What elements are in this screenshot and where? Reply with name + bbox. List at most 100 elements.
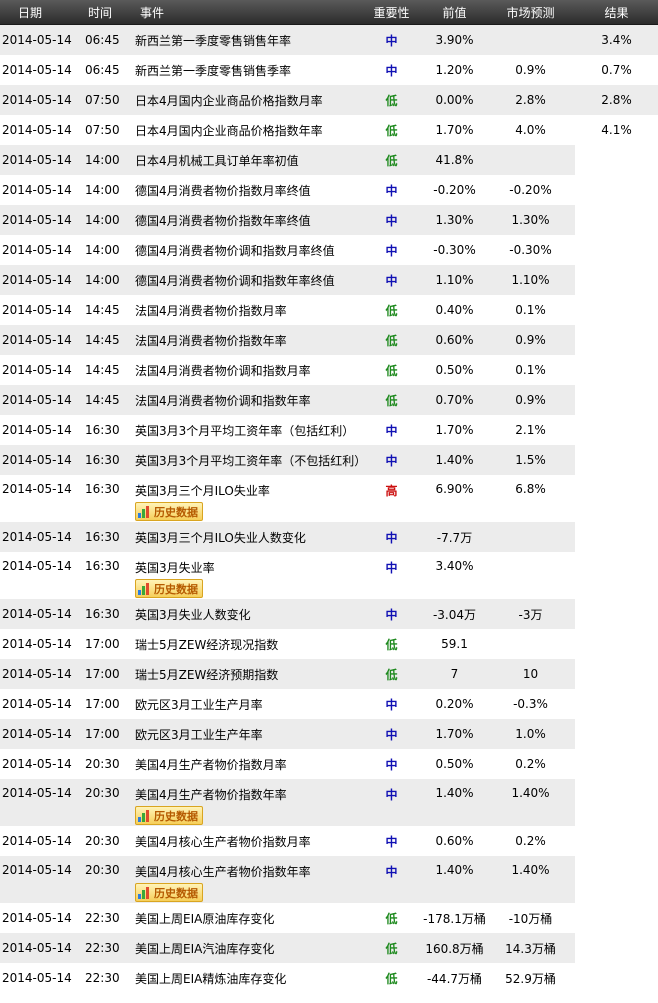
row-result: 4.1% <box>601 123 632 137</box>
importance-badge: 中 <box>385 453 398 468</box>
table-row: 2014-05-14 14:00 德国4月消费者物价调和指数年率终值 中 1.10% 1.… <box>0 265 658 295</box>
row-date: 2014-05-14 <box>0 719 82 749</box>
row-time: 22:30 <box>85 911 120 925</box>
event-name: 英国3月三个月ILO失业率 <box>135 484 270 498</box>
row-time: 17:00 <box>85 637 120 651</box>
row-time: 16:30 <box>82 445 126 475</box>
row-date: 2014-05-14 <box>2 559 72 573</box>
row-result <box>575 445 658 475</box>
row-date: 2014-05-14 <box>0 85 82 115</box>
history-data-button[interactable]: 历史数据 <box>135 806 203 825</box>
row-previous: 1.20% <box>435 63 474 77</box>
row-forecast: 10 <box>486 659 575 689</box>
row-date: 2014-05-14 <box>0 779 82 826</box>
importance-badge: 中 <box>385 213 398 228</box>
row-forecast: 0.1% <box>515 363 546 377</box>
row-importance: 中 <box>360 719 423 749</box>
bar-chart-icon <box>138 505 151 518</box>
row-forecast: 1.40% <box>486 856 575 903</box>
row-importance: 低 <box>360 963 423 993</box>
importance-badge: 中 <box>385 273 398 288</box>
row-previous: 0.50% <box>435 363 474 377</box>
bar-chart-icon <box>138 886 151 899</box>
row-forecast: 2.1% <box>515 423 546 437</box>
importance-badge: 中 <box>385 727 398 742</box>
row-event: 美国上周EIA精炼油库存变化 <box>126 963 360 993</box>
row-importance: 中 <box>360 235 423 265</box>
row-result <box>575 475 658 522</box>
row-importance: 中 <box>360 749 423 779</box>
row-importance: 低 <box>360 933 423 963</box>
row-time: 16:30 <box>85 423 120 437</box>
row-result: 3.4% <box>575 24 658 55</box>
row-event: 法国4月消费者物价调和指数月率 <box>126 355 360 385</box>
event-name: 法国4月消费者物价指数月率 <box>135 303 287 318</box>
row-importance: 中 <box>360 552 423 599</box>
table-row: 2014-05-14 16:30 英国3月失业人数变化 中 -3.04万 -3万 <box>0 599 658 629</box>
table-row: 2014-05-14 20:30 美国4月核心生产者物价指数年率 历史数据中 1.40%… <box>0 856 658 903</box>
row-result <box>575 903 658 933</box>
row-importance: 中 <box>360 55 423 85</box>
row-result <box>575 265 658 295</box>
row-importance: 中 <box>360 599 423 629</box>
row-event: 英国3月失业率 历史数据 <box>126 552 360 599</box>
table-row: 2014-05-14 22:30 美国上周EIA汽油库存变化 低 160.8万桶 14.3… <box>0 933 658 963</box>
table-row: 2014-05-14 14:00 德国4月消费者物价指数年率终值 中 1.30% 1.30… <box>0 205 658 235</box>
row-time: 17:00 <box>85 697 120 711</box>
row-previous: 1.70% <box>435 423 474 437</box>
row-event: 瑞士5月ZEW经济现况指数 <box>126 629 360 659</box>
row-date: 2014-05-14 <box>0 599 82 629</box>
importance-badge: 中 <box>385 697 398 712</box>
importance-badge: 低 <box>385 303 398 318</box>
bar-chart-icon <box>138 809 151 822</box>
row-date: 2014-05-14 <box>2 637 72 651</box>
row-importance: 低 <box>360 659 423 689</box>
row-time: 14:00 <box>82 265 126 295</box>
row-time: 14:45 <box>82 385 126 415</box>
row-event: 德国4月消费者物价调和指数年率终值 <box>126 265 360 295</box>
history-data-button[interactable]: 历史数据 <box>135 883 203 902</box>
history-data-button[interactable]: 历史数据 <box>135 579 203 598</box>
row-time: 16:30 <box>85 482 120 496</box>
table-row: 2014-05-14 17:00 瑞士5月ZEW经济预期指数 低 7 10 <box>0 659 658 689</box>
row-event: 美国4月核心生产者物价指数年率历史数据 <box>126 856 360 903</box>
row-result <box>575 175 658 205</box>
importance-badge: 低 <box>385 667 398 682</box>
row-forecast <box>486 145 575 175</box>
row-importance: 低 <box>360 145 423 175</box>
row-forecast <box>486 522 575 552</box>
row-importance: 低 <box>360 355 423 385</box>
row-time: 14:00 <box>85 243 120 257</box>
row-forecast: 14.3万桶 <box>486 933 575 963</box>
table-row: 2014-05-14 16:30 英国3月失业率 历史数据 中 3.40% <box>0 552 658 599</box>
header-forecast: 市场预测 <box>486 0 575 25</box>
row-result <box>575 205 658 235</box>
table-row: 2014-05-14 14:00 日本4月机械工具订单年率初值 低 41.8% <box>0 145 658 175</box>
importance-badge: 低 <box>385 971 398 986</box>
row-importance: 低 <box>360 115 423 145</box>
row-time: 16:30 <box>82 599 126 629</box>
importance-badge: 中 <box>385 423 398 438</box>
event-name: 德国4月消费者物价调和指数年率终值 <box>135 273 335 288</box>
header-previous: 前值 <box>423 0 486 25</box>
row-forecast: 1.40% <box>486 779 575 826</box>
event-name: 美国4月核心生产者物价指数年率 <box>135 865 311 879</box>
row-result: 2.8% <box>575 85 658 115</box>
row-event: 新西兰第一季度零售销售年率 <box>126 24 360 55</box>
row-result <box>575 355 658 385</box>
row-importance: 中 <box>360 175 423 205</box>
importance-badge: 低 <box>385 363 398 378</box>
table-row: 2014-05-14 07:50 日本4月国内企业商品价格指数年率 低 1.70% 4.0… <box>0 115 658 145</box>
table-row: 2014-05-14 14:45 法国4月消费者物价指数月率 低 0.40% 0.1% <box>0 295 658 325</box>
row-date: 2014-05-14 <box>2 482 72 496</box>
history-data-button[interactable]: 历史数据 <box>135 502 203 521</box>
row-previous: 0.50% <box>435 757 474 771</box>
event-name: 日本4月机械工具订单年率初值 <box>135 153 299 168</box>
table-row: 2014-05-14 17:00 欧元区3月工业生产年率 中 1.70% 1.0% <box>0 719 658 749</box>
row-date: 2014-05-14 <box>2 243 72 257</box>
row-time: 20:30 <box>85 834 120 848</box>
header-result: 结果 <box>575 0 658 25</box>
importance-badge: 中 <box>385 561 398 575</box>
importance-badge: 高 <box>385 484 398 498</box>
row-previous: -0.20% <box>433 183 476 197</box>
